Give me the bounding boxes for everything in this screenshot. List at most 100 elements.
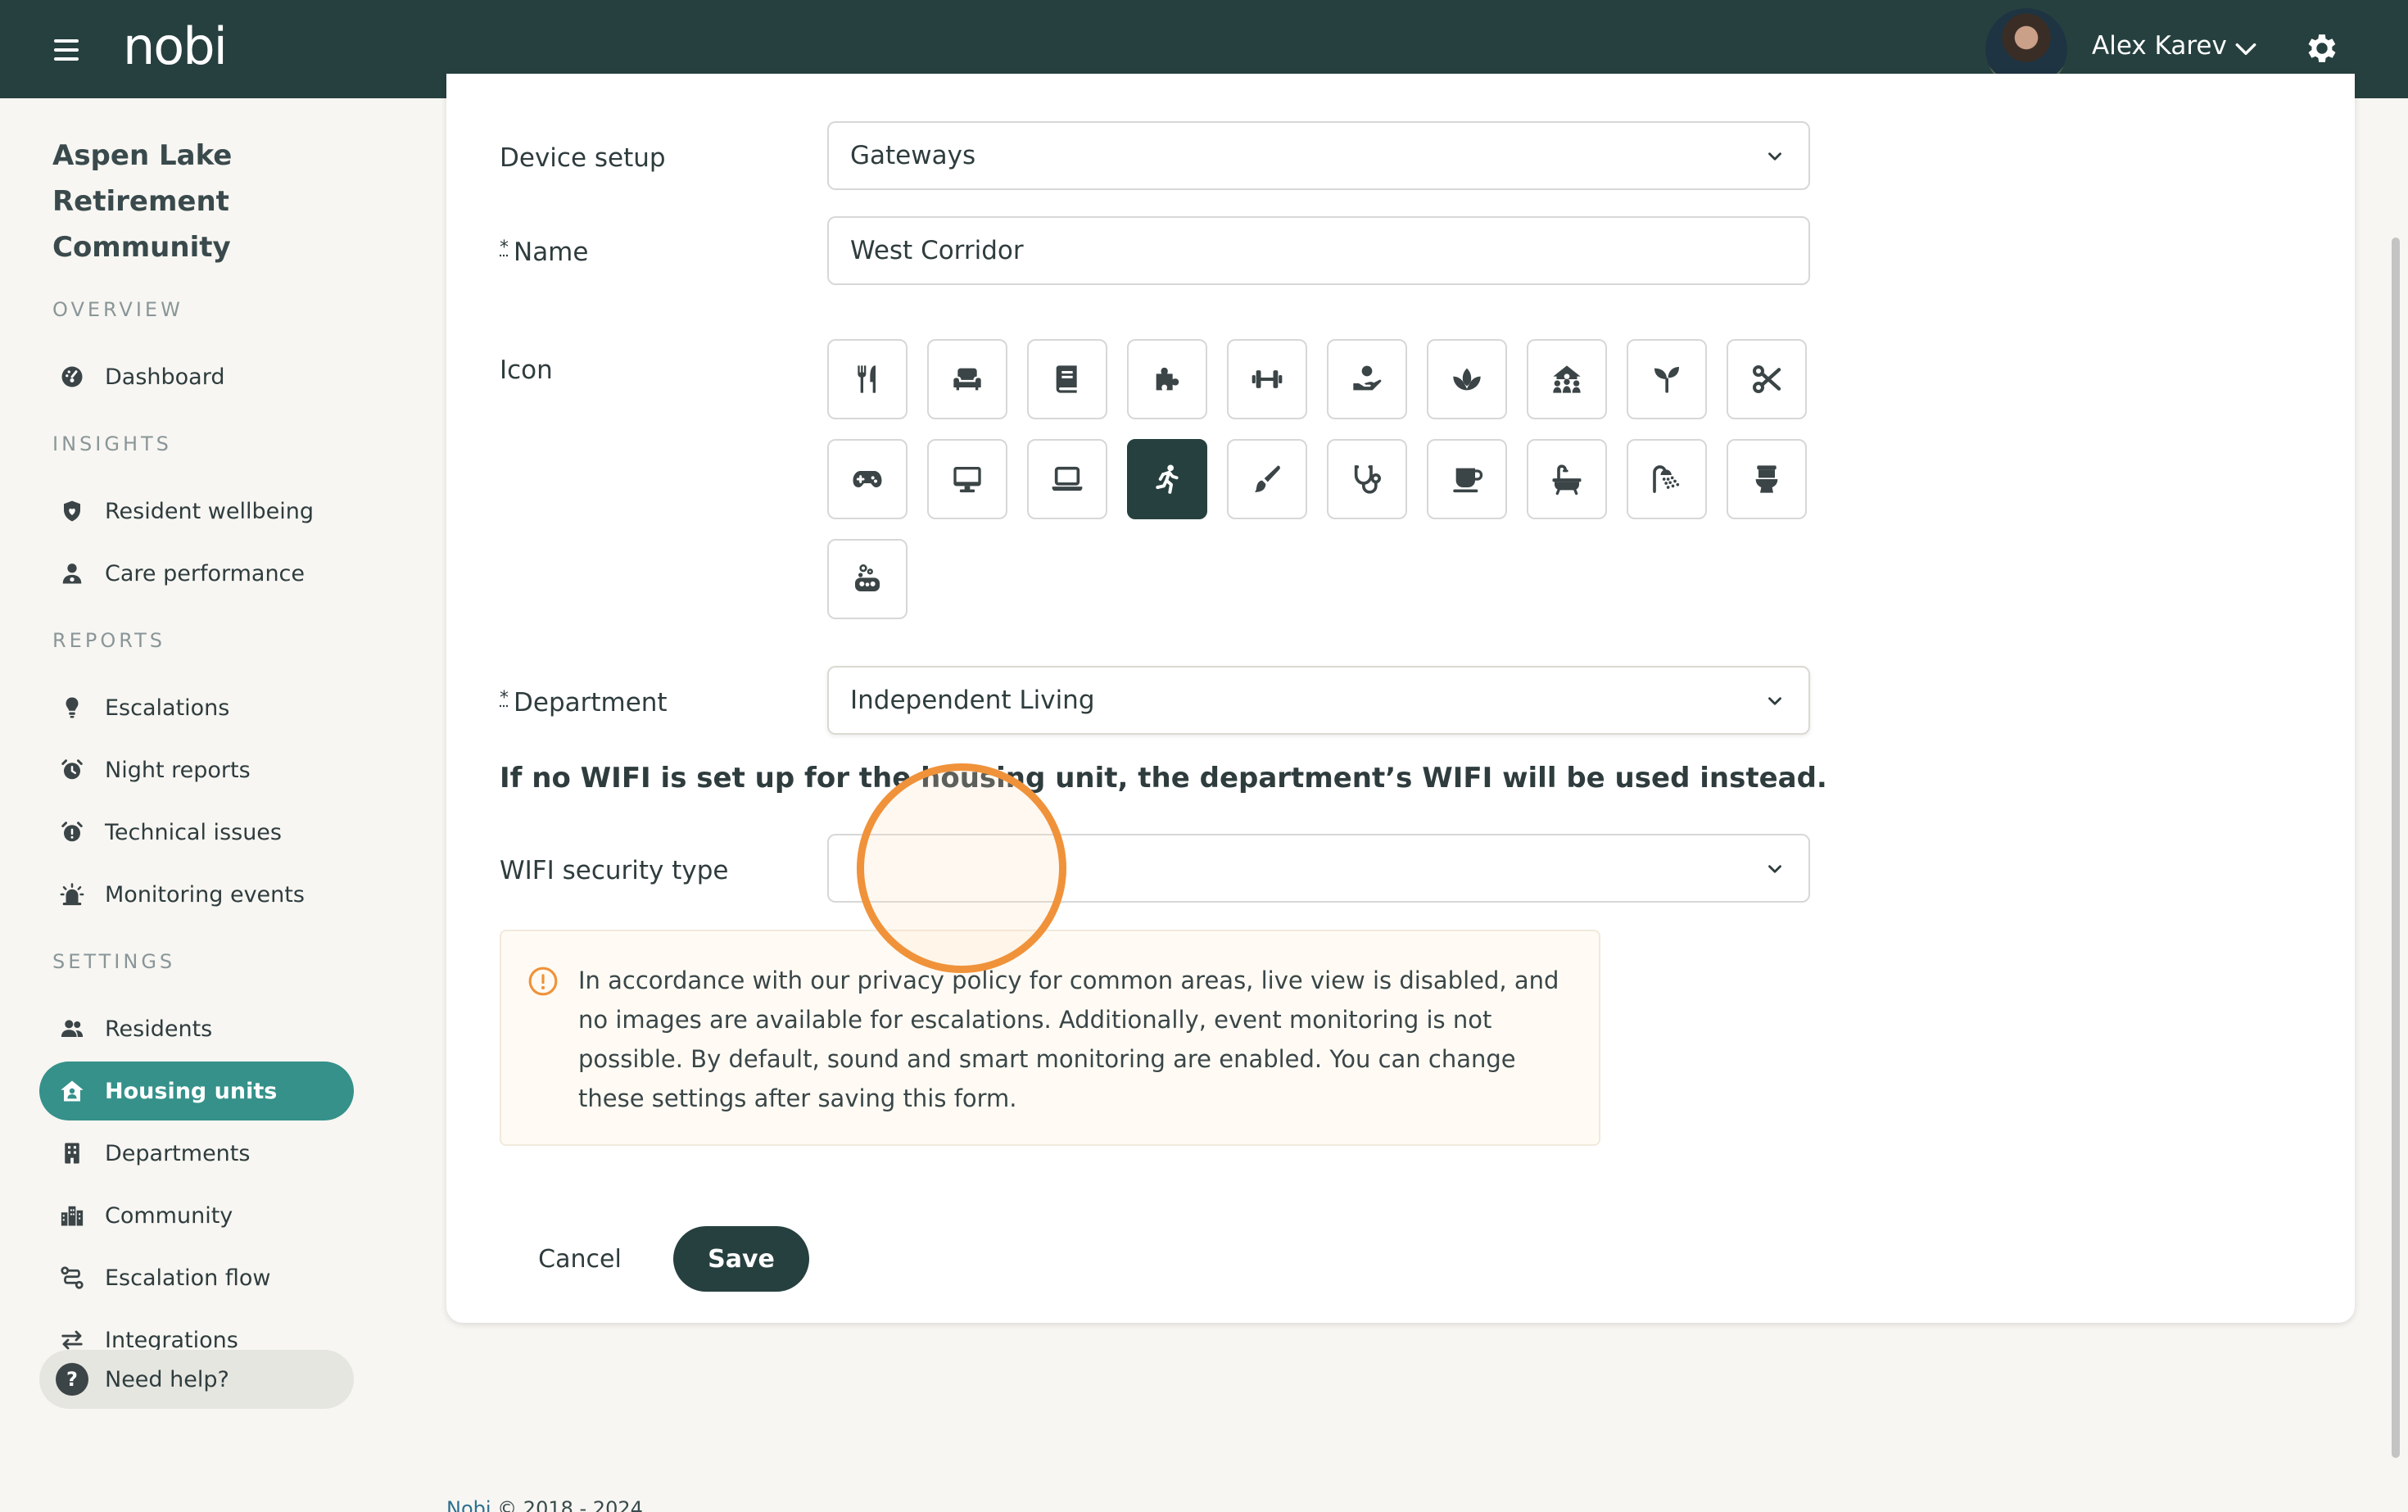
required-mark: * xyxy=(500,238,509,258)
icon-option-care-hand[interactable] xyxy=(1327,339,1407,419)
alarm-clock-icon xyxy=(57,755,87,785)
section-insights: INSIGHTS xyxy=(52,432,172,455)
sidebar-item-departments[interactable]: Departments xyxy=(39,1124,354,1183)
need-help-button[interactable]: ? Need help? xyxy=(39,1350,354,1409)
icon-option-toilet[interactable] xyxy=(1727,439,1807,519)
chevron-down-icon xyxy=(1768,865,1781,873)
sidebar-item-monitoring-events[interactable]: Monitoring events xyxy=(39,865,354,924)
dumbbell-icon xyxy=(1252,370,1283,388)
city-icon xyxy=(57,1201,87,1230)
question-icon: ? xyxy=(56,1363,88,1396)
icon-option-shower[interactable] xyxy=(1627,439,1707,519)
icon-option-gamepad[interactable] xyxy=(827,439,908,519)
app-logo[interactable]: nobi xyxy=(123,16,228,76)
sidebar-item-escalations[interactable]: Escalations xyxy=(39,678,354,737)
department-label: * Department xyxy=(500,688,668,718)
house-user-icon xyxy=(57,1076,87,1106)
footer-copyright: © 2018 - 2024 xyxy=(491,1497,643,1512)
menu-icon[interactable] xyxy=(54,39,82,61)
department-label-text: Department xyxy=(514,688,668,718)
user-name[interactable]: Alex Karev xyxy=(2092,31,2227,61)
stethoscope-icon xyxy=(1354,465,1381,494)
name-label: * Name xyxy=(500,238,588,267)
users-icon xyxy=(57,1014,87,1043)
gear-icon[interactable] xyxy=(2303,29,2341,67)
sidebar-item-night-reports[interactable]: Night reports xyxy=(39,740,354,799)
chevron-down-icon[interactable] xyxy=(2233,36,2259,62)
laptop-icon xyxy=(1052,466,1083,491)
icon-option-scissors[interactable] xyxy=(1727,339,1807,419)
exclamation-circle-icon xyxy=(528,967,558,996)
sidebar-item-residents[interactable]: Residents xyxy=(39,999,354,1058)
icon-option-puzzle[interactable] xyxy=(1127,339,1207,419)
need-help-label: Need help? xyxy=(105,1366,229,1392)
shield-heart-icon xyxy=(57,496,87,526)
utensils-icon xyxy=(858,365,876,393)
icon-option-coffee[interactable] xyxy=(1427,439,1507,519)
section-reports: REPORTS xyxy=(52,629,166,652)
sidebar-item-label: Technical issues xyxy=(105,819,282,845)
save-button[interactable]: Save xyxy=(673,1226,809,1292)
brush-icon xyxy=(1255,465,1280,492)
icon-option-sofa[interactable] xyxy=(927,339,1007,419)
building-icon xyxy=(57,1139,87,1168)
siren-icon xyxy=(57,880,87,909)
wifi-security-select[interactable] xyxy=(827,834,1810,903)
device-setup-label: Device setup xyxy=(500,143,666,173)
icon-option-stethoscope[interactable] xyxy=(1327,439,1407,519)
route-icon xyxy=(57,1263,87,1292)
seedling-icon xyxy=(1654,367,1679,393)
sidebar-item-technical-issues[interactable]: Technical issues xyxy=(39,803,354,862)
privacy-alert-text: In accordance with our privacy policy fo… xyxy=(578,967,1559,1112)
sidebar-item-label: Dashboard xyxy=(105,364,225,390)
icon-option-desktop[interactable] xyxy=(927,439,1007,519)
icon-option-brush[interactable] xyxy=(1227,439,1307,519)
icon-option-bath[interactable] xyxy=(1527,439,1607,519)
bath-icon xyxy=(1552,464,1582,496)
wifi-security-label: WIFI security type xyxy=(500,856,729,885)
alert-clock-icon xyxy=(57,817,87,847)
sidebar-item-care-performance[interactable]: Care performance xyxy=(39,544,354,603)
device-setup-select[interactable]: Gateways xyxy=(827,121,1810,190)
book-icon xyxy=(1056,365,1077,393)
toilet-icon xyxy=(1755,465,1778,493)
department-select[interactable]: Independent Living xyxy=(827,666,1810,735)
page-scrollbar[interactable] xyxy=(2392,238,2400,1458)
soap-icon xyxy=(855,564,880,591)
name-label-text: Name xyxy=(514,238,589,267)
sidebar-item-dashboard[interactable]: Dashboard xyxy=(39,347,354,406)
chevron-down-icon xyxy=(1768,697,1781,705)
sidebar-item-housing-units[interactable]: Housing units xyxy=(39,1062,354,1120)
cancel-button[interactable]: Cancel xyxy=(524,1226,636,1292)
device-setup-value: Gateways xyxy=(850,141,976,170)
scissors-icon xyxy=(1753,365,1781,393)
icon-option-utensils[interactable] xyxy=(827,339,908,419)
sidebar-item-label: Residents xyxy=(105,1016,213,1042)
sidebar-item-resident-wellbeing[interactable]: Resident wellbeing xyxy=(39,482,354,541)
icon-option-laptop[interactable] xyxy=(1027,439,1107,519)
footer-brand-link[interactable]: Nobi xyxy=(446,1497,491,1512)
icon-option-book[interactable] xyxy=(1027,339,1107,419)
gauge-icon xyxy=(57,362,87,392)
sidebar-item-community[interactable]: Community xyxy=(39,1186,354,1245)
icon-option-soap[interactable] xyxy=(827,539,908,619)
sidebar-item-escalation-flow[interactable]: Escalation flow xyxy=(39,1248,354,1307)
lightbulb-icon xyxy=(57,693,87,722)
gamepad-icon xyxy=(853,471,882,487)
name-input[interactable] xyxy=(827,216,1810,285)
lotus-icon xyxy=(1453,368,1481,391)
sidebar-item-label: Care performance xyxy=(105,560,306,586)
running-icon xyxy=(1156,464,1179,494)
icon-option-group[interactable] xyxy=(1527,339,1607,419)
sidebar-item-label: Housing units xyxy=(105,1078,278,1104)
section-overview: OVERVIEW xyxy=(52,298,183,321)
icon-option-dumbbell[interactable] xyxy=(1227,339,1307,419)
icon-option-running[interactable] xyxy=(1127,439,1207,519)
wifi-notice: If no WIFI is set up for the housing uni… xyxy=(500,762,1827,794)
chevron-down-icon xyxy=(1768,152,1781,161)
sidebar-item-label: Night reports xyxy=(105,757,251,783)
icon-option-lotus[interactable] xyxy=(1427,339,1507,419)
icon-option-seedling[interactable] xyxy=(1627,339,1707,419)
sidebar-item-label: Escalations xyxy=(105,695,230,721)
sidebar-item-label: Resident wellbeing xyxy=(105,498,314,524)
